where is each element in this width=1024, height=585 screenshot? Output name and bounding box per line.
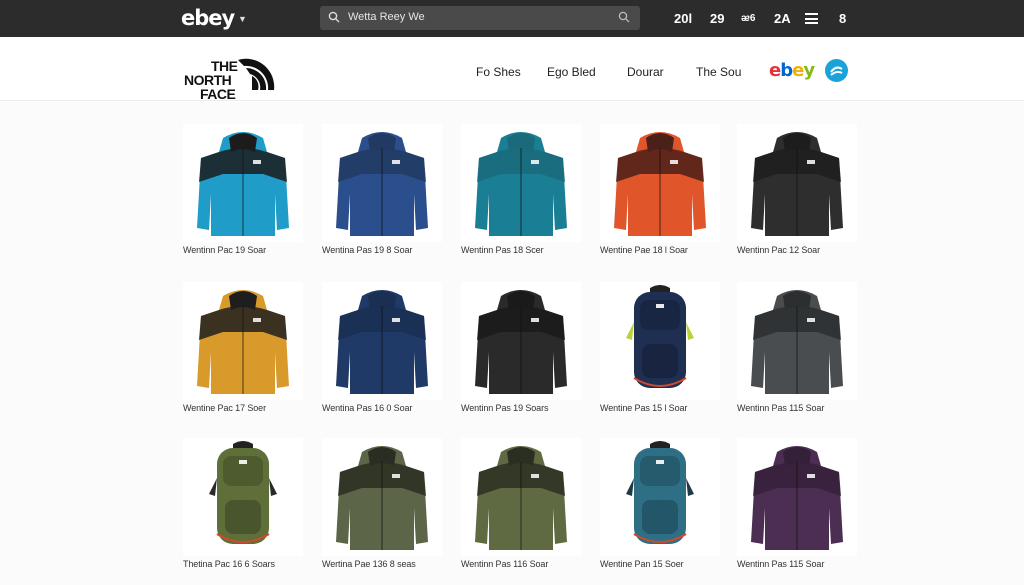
logo-line-2: NORTH [184, 72, 232, 88]
brand-link-1[interactable]: Fo Shes [476, 65, 521, 79]
nav-item-1[interactable]: 20l [674, 11, 692, 26]
cart-count[interactable]: 8 [839, 11, 846, 26]
jacket-image[interactable] [600, 124, 720, 242]
jacket-image[interactable] [461, 282, 581, 400]
product-title[interactable]: Wentine Pae 18 l Soar [600, 245, 688, 255]
the-north-face-logo[interactable]: THE NORTH FACE [184, 48, 279, 101]
top-nav-bar: ebey ▼ Wetta Reey We 20l 29 ᴂ6 2A 8 [0, 0, 1024, 37]
product-title[interactable]: Wentinn Pas 19 Soars [461, 403, 548, 413]
menu-icon[interactable] [805, 13, 818, 24]
product-title[interactable]: Wentinn Pas 116 Soar [461, 559, 548, 569]
nav-item-3[interactable]: ᴂ6 [741, 13, 755, 24]
logo-line-3: FACE [200, 86, 236, 102]
product-grid: Wentinn Pac 19 Soar Wentina Pas 19 8 Soa… [0, 102, 1024, 585]
product-title[interactable]: Wentine Pan 15 Soer [600, 559, 684, 569]
nav-item-2[interactable]: 29 [710, 11, 724, 26]
product-title[interactable]: Wentine Pac 17 Soer [183, 403, 266, 413]
product-card[interactable]: Wentinn Pas 116 Soar [461, 438, 581, 578]
product-title[interactable]: Wentine Pas 15 l Soar [600, 403, 687, 413]
product-card[interactable]: Wentine Pas 15 l Soar [600, 282, 720, 422]
product-card[interactable]: Wentinn Pac 12 Soar [737, 124, 857, 264]
ebay-color-logo[interactable]: ebey [769, 60, 815, 81]
product-card[interactable]: Wentine Pan 15 Soer [600, 438, 720, 578]
chevron-down-icon[interactable]: ▼ [238, 14, 247, 24]
product-title[interactable]: Wentinn Pas 115 Soar [737, 403, 824, 413]
ebay-logo[interactable]: ebey [181, 6, 235, 30]
product-title[interactable]: Wentina Pas 19 8 Soar [322, 245, 412, 255]
jacket-image[interactable] [322, 124, 442, 242]
brand-link-4[interactable]: The Sou [696, 65, 741, 79]
logo-line-1: THE [211, 58, 238, 74]
product-title[interactable]: Wentina Pas 16 0 Soar [322, 403, 412, 413]
jacket-image[interactable] [461, 124, 581, 242]
backpack-image[interactable] [600, 282, 720, 400]
product-title[interactable]: Thetina Pac 16 6 Soars [183, 559, 275, 569]
refresh-icon [830, 66, 843, 76]
product-title[interactable]: Wentinn Pac 19 Soar [183, 245, 266, 255]
product-title[interactable]: Wentinn Pas 18 Scer [461, 245, 544, 255]
search-text: Wetta Reey We [348, 11, 425, 23]
product-card[interactable]: Wentinn Pas 19 Soars [461, 282, 581, 422]
product-card[interactable]: Wentinn Pac 19 Soar [183, 124, 303, 264]
product-card[interactable]: Wentina Pas 16 0 Soar [322, 282, 442, 422]
jacket-image[interactable] [737, 438, 857, 556]
product-card[interactable]: Wentinn Pas 115 Soar [737, 438, 857, 578]
brand-link-3[interactable]: Dourar [627, 65, 664, 79]
search-input[interactable]: Wetta Reey We [320, 6, 640, 30]
jacket-image[interactable] [322, 438, 442, 556]
half-dome-icon [238, 58, 275, 90]
search-icon [328, 11, 340, 23]
product-title[interactable]: Wentinn Pas 115 Soar [737, 559, 824, 569]
product-card[interactable]: Wentine Pae 18 l Soar [600, 124, 720, 264]
backpack-image[interactable] [183, 438, 303, 556]
product-card[interactable]: Wentina Pas 19 8 Soar [322, 124, 442, 264]
jacket-image[interactable] [737, 124, 857, 242]
product-title[interactable]: Wertina Pae 136 8 seas [322, 559, 416, 569]
jacket-image[interactable] [183, 124, 303, 242]
product-card[interactable]: Wentinn Pas 18 Scer [461, 124, 581, 264]
product-card[interactable]: Wentine Pac 17 Soer [183, 282, 303, 422]
product-card[interactable]: Wertina Pae 136 8 seas [322, 438, 442, 578]
product-card[interactable]: Wentinn Pas 115 Soar [737, 282, 857, 422]
backpack-image[interactable] [600, 438, 720, 556]
jacket-image[interactable] [322, 282, 442, 400]
brand-header: THE NORTH FACE Fo Shes Ego Bled Dourar T… [0, 37, 1024, 101]
search-submit-icon[interactable] [618, 11, 630, 23]
product-title[interactable]: Wentinn Pac 12 Soar [737, 245, 820, 255]
product-card[interactable]: Thetina Pac 16 6 Soars [183, 438, 303, 578]
brand-link-2[interactable]: Ego Bled [547, 65, 596, 79]
share-button[interactable] [825, 59, 848, 82]
jacket-image[interactable] [461, 438, 581, 556]
jacket-image[interactable] [183, 282, 303, 400]
nav-item-4[interactable]: 2A [774, 11, 791, 26]
jacket-image[interactable] [737, 282, 857, 400]
